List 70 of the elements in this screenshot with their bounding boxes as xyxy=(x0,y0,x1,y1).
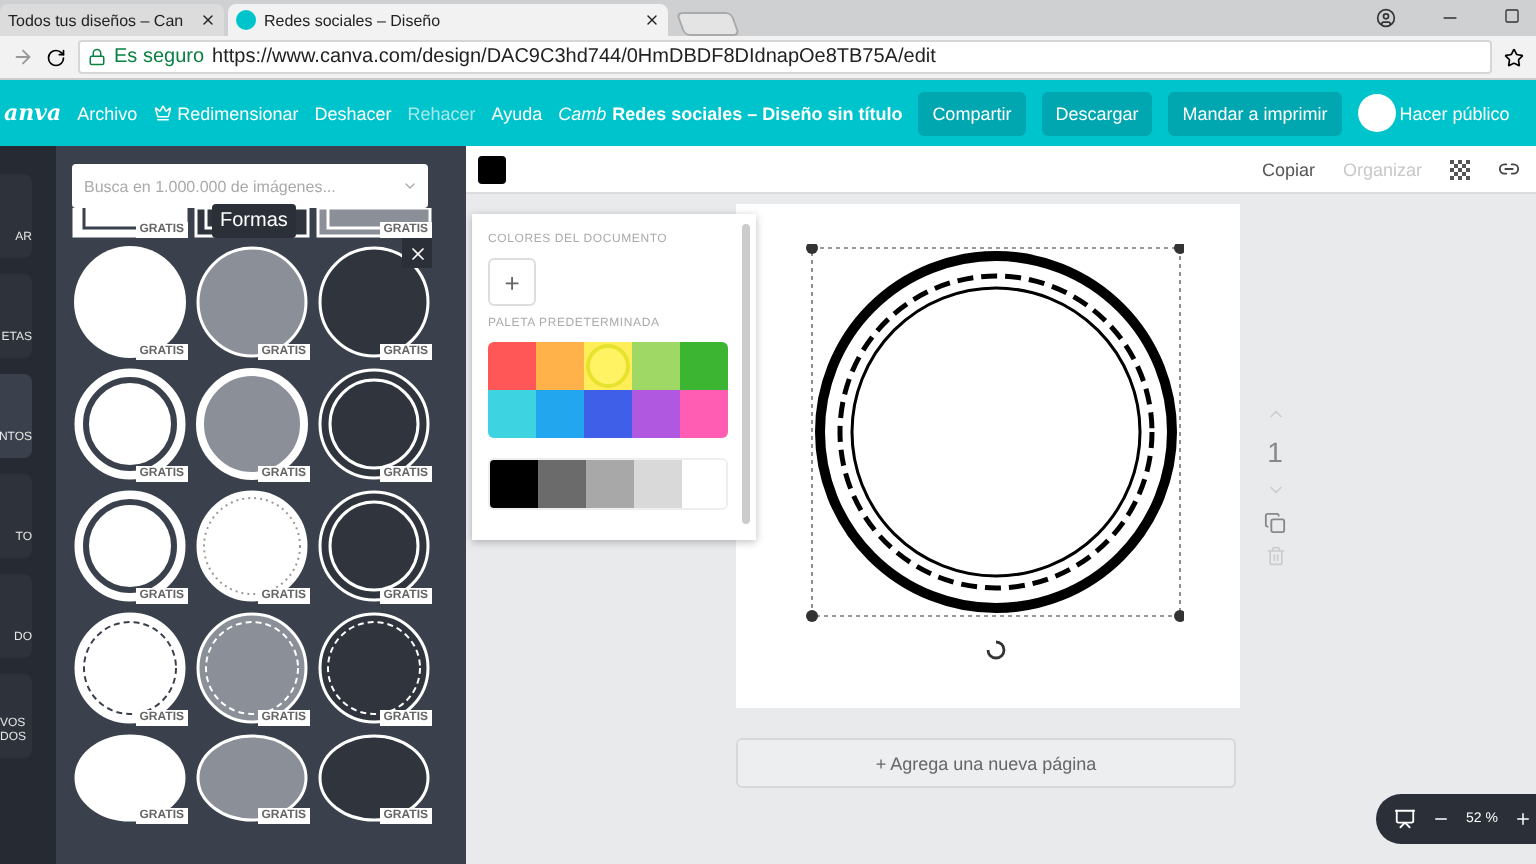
page-number: 1 xyxy=(1267,436,1283,468)
color-swatch[interactable] xyxy=(538,460,586,508)
circle-shape[interactable] xyxy=(316,488,432,604)
url-text: https://www.canva.com/design/DAC9C3hd744/0HmDBDF8DIdnapOe8TB75A/edit xyxy=(212,46,936,68)
menu-item[interactable]: Archivo xyxy=(77,103,138,123)
circle-shape[interactable] xyxy=(316,610,432,726)
security-label: Es seguro xyxy=(114,46,205,68)
color-swatch[interactable] xyxy=(634,460,682,508)
color-swatch[interactable] xyxy=(680,342,728,390)
menu-item[interactable]: Ayuda xyxy=(491,103,543,123)
zoom-in-icon[interactable] xyxy=(1513,810,1532,828)
link-icon[interactable] xyxy=(1498,158,1520,180)
circle-shape[interactable] xyxy=(194,488,310,604)
close-icon[interactable] xyxy=(644,12,660,28)
add-page-button[interactable]: + Agrega una nueva página xyxy=(736,738,1236,788)
circle-shape[interactable] xyxy=(72,488,188,604)
ellipse-shape[interactable] xyxy=(194,732,310,824)
color-swatch[interactable] xyxy=(584,342,632,390)
circle-shape[interactable] xyxy=(194,610,310,726)
color-swatch[interactable] xyxy=(632,390,680,438)
circle-shape[interactable] xyxy=(72,610,188,726)
design-page[interactable] xyxy=(736,204,1240,708)
browser-tab[interactable]: Redes sociales – Diseño xyxy=(228,4,668,36)
color-swatch[interactable] xyxy=(488,390,536,438)
circle-shape[interactable] xyxy=(194,244,310,360)
close-icon xyxy=(407,243,427,263)
close-button[interactable] xyxy=(402,238,432,268)
color-swatch[interactable] xyxy=(632,342,680,390)
circle-shape[interactable] xyxy=(194,366,310,482)
duplicate-icon[interactable] xyxy=(1264,512,1286,534)
color-swatch[interactable] xyxy=(488,342,536,390)
browser-tab[interactable]: Todos tus diseños – Can xyxy=(0,4,224,36)
toolbar-action[interactable]: Copiar xyxy=(1261,159,1315,179)
bookmark-icon[interactable] xyxy=(1504,47,1524,67)
reload-icon[interactable] xyxy=(46,47,66,67)
color-swatch[interactable] xyxy=(490,460,538,508)
tooltip: Formas xyxy=(212,204,296,238)
color-swatch[interactable] xyxy=(586,460,634,508)
color-swatch[interactable] xyxy=(680,390,728,438)
forward-icon[interactable] xyxy=(12,46,34,68)
address-bar[interactable]: Es seguro https://www.canva.com/design/DAC9C3hd744/0HmDBDF8DIdnapOe8TB75A/edit xyxy=(78,40,1492,74)
header-button[interactable]: Compartir xyxy=(918,91,1026,135)
menu-item[interactable]: Redimensionar xyxy=(153,103,299,123)
circle-shape[interactable] xyxy=(316,366,432,482)
toggle-knob[interactable] xyxy=(1357,94,1396,132)
color-swatch[interactable] xyxy=(584,390,632,438)
crown-icon xyxy=(153,104,172,122)
maximize-icon[interactable] xyxy=(1504,8,1520,24)
menu-item[interactable]: Deshacer xyxy=(314,103,392,123)
menu-item[interactable]: Camb xyxy=(558,103,607,123)
ellipse-shape[interactable] xyxy=(316,732,432,824)
present-icon[interactable] xyxy=(1394,808,1416,830)
circle-shape[interactable] xyxy=(72,244,188,360)
color-swatch[interactable] xyxy=(536,342,584,390)
circle-shape[interactable] xyxy=(72,366,188,482)
ellipse-shape[interactable] xyxy=(72,732,188,824)
circle-shape[interactable] xyxy=(316,244,432,360)
header-button[interactable]: Mandar a imprimir xyxy=(1168,91,1342,135)
site-icon xyxy=(236,10,256,30)
color-swatch[interactable] xyxy=(478,155,506,183)
design-title[interactable]: Redes sociales – Diseño sin título xyxy=(612,103,903,123)
color-swatch[interactable] xyxy=(536,390,584,438)
profile-icon[interactable] xyxy=(1376,8,1396,28)
logo[interactable]: anva xyxy=(4,100,62,126)
transparency-icon[interactable] xyxy=(1450,159,1470,179)
add-color-button[interactable]: + xyxy=(488,258,536,306)
close-icon[interactable] xyxy=(200,12,216,28)
public-label[interactable]: Hacer público xyxy=(1399,103,1510,123)
lock-icon xyxy=(88,48,106,66)
header-button[interactable]: Descargar xyxy=(1041,91,1153,135)
